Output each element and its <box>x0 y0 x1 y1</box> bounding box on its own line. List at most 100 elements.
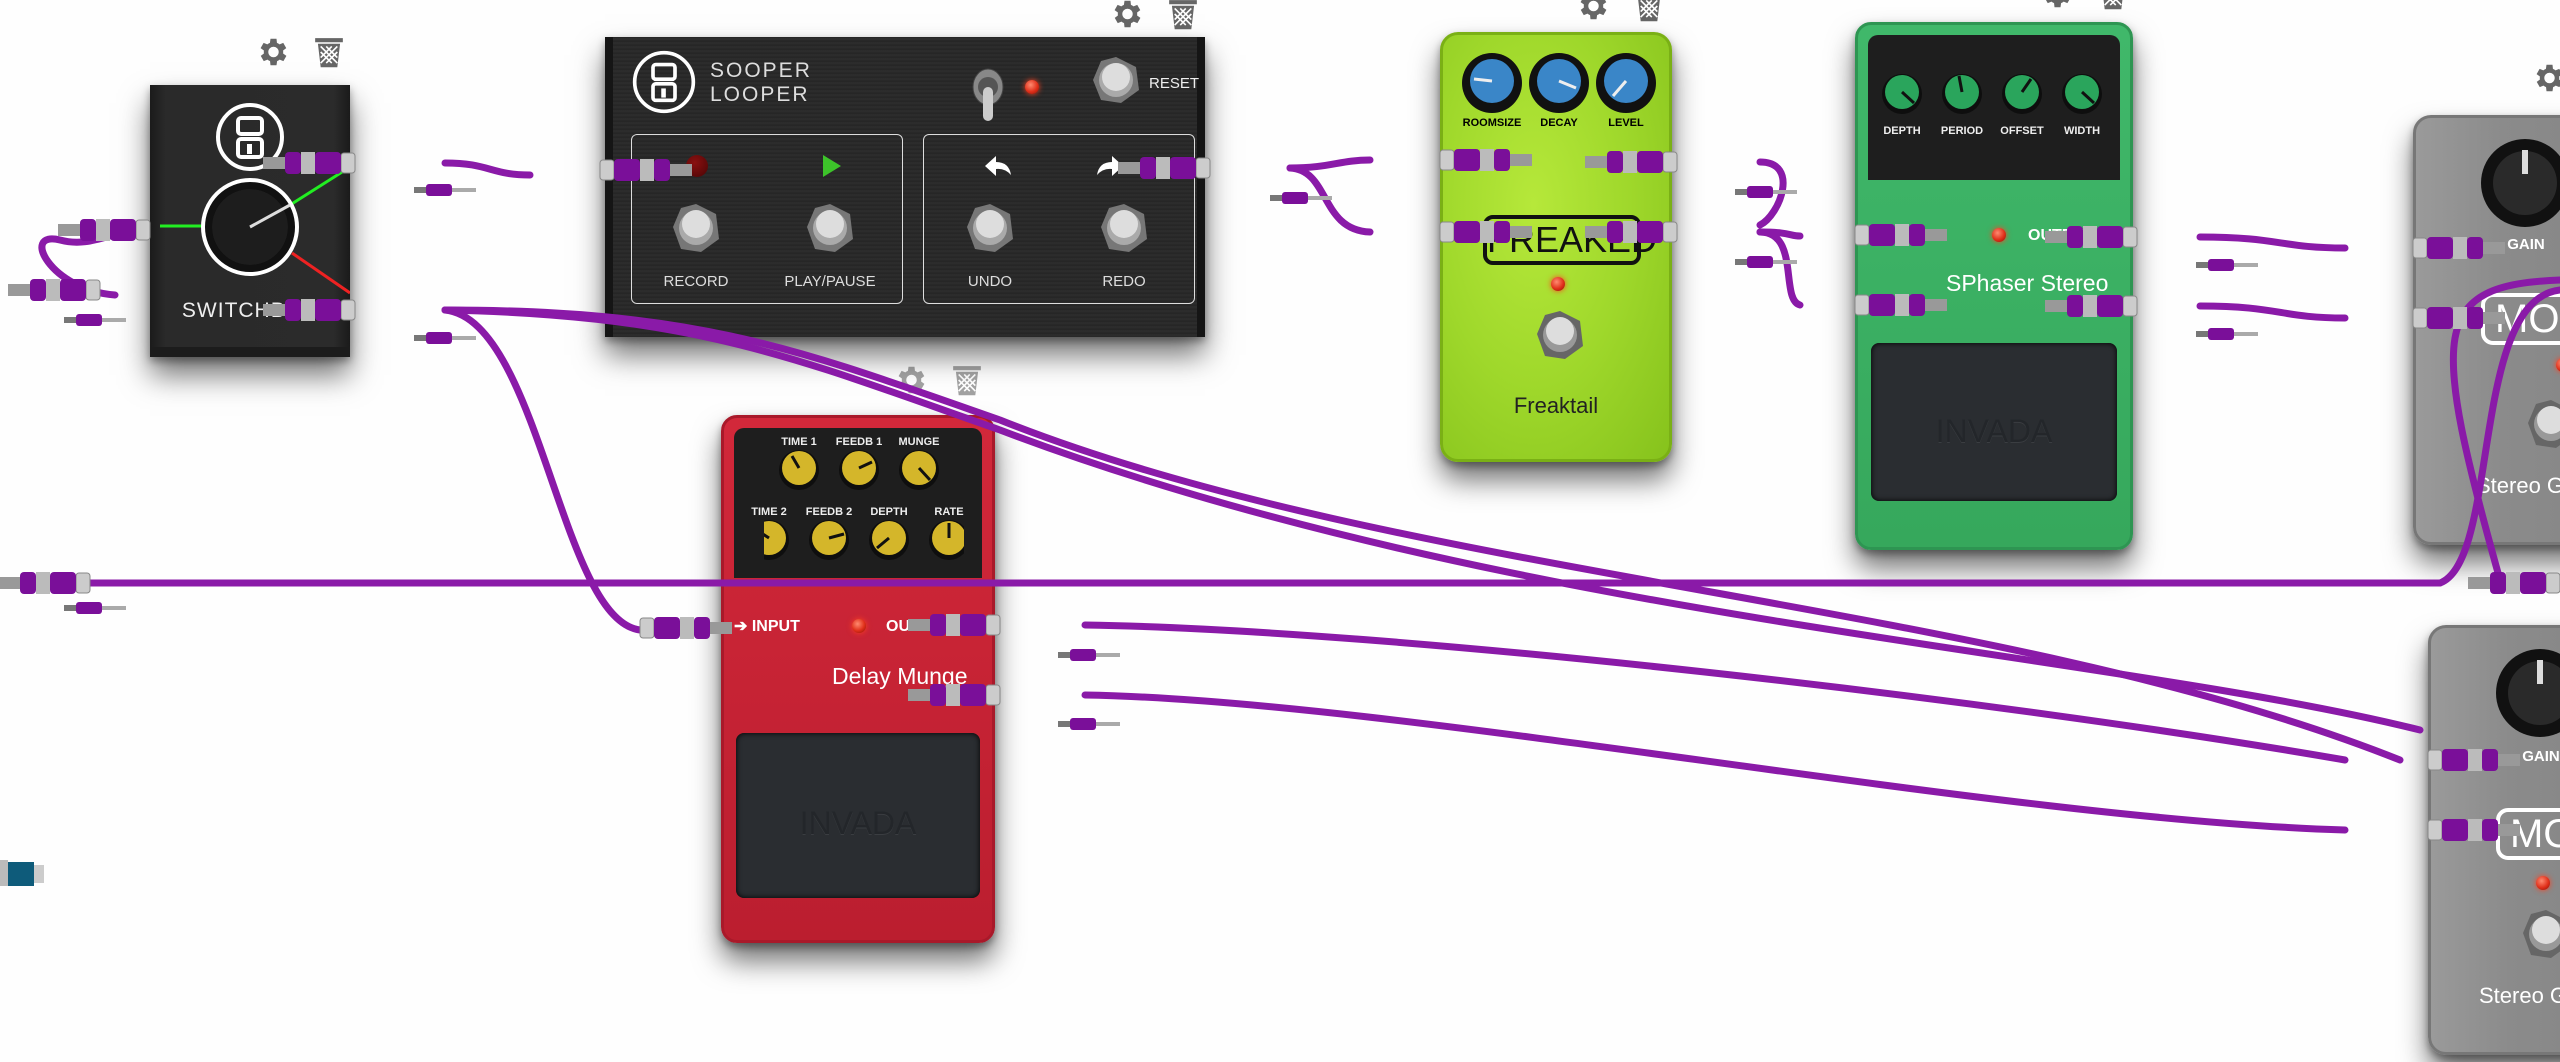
sphaser-stereo-pedal: DEPTH PERIOD OFFSET WIDTH ➔ INPUT OUTPUT… <box>1855 22 2133 550</box>
cable[interactable] <box>1286 156 1374 172</box>
sooper-looper-pedal: SOOPER LOOPER RESET RECORD PLAY/PAUSE UN… <box>605 37 1205 337</box>
record-led-icon <box>686 155 708 177</box>
cable[interactable] <box>1081 621 2349 764</box>
play-pause-footswitch[interactable] <box>805 202 855 254</box>
freaktail-toolbar <box>1574 0 1666 24</box>
status-led <box>2556 358 2560 372</box>
undo-arrow-icon <box>985 156 1011 176</box>
selector-knob[interactable] <box>150 155 350 305</box>
redo-footswitch[interactable] <box>1099 202 1149 254</box>
rate-knob <box>929 520 964 560</box>
arrow-right-icon: ➔ <box>1868 227 1886 244</box>
period-label: PERIOD <box>1940 125 1984 137</box>
delay-munge-pedal: TIME 1 FEEDB 1 MUNGE TIME 2 FEEDB 2 DEPT… <box>721 415 995 943</box>
brand-line-1: SOOPER <box>710 59 812 82</box>
undo-footswitch[interactable] <box>965 202 1015 254</box>
gear-icon[interactable] <box>892 362 928 398</box>
trash-icon[interactable] <box>2096 0 2130 12</box>
offset-knob <box>2002 74 2042 114</box>
gain-top-loop-jack[interactable] <box>2467 571 2560 595</box>
cable[interactable] <box>1756 228 1804 240</box>
undo-redo-group <box>923 134 1195 304</box>
spare-plug[interactable] <box>414 332 476 344</box>
gear-icon[interactable] <box>2038 0 2074 12</box>
spare-plug[interactable] <box>64 314 126 326</box>
switchbox-input-jack[interactable] <box>57 218 151 242</box>
sphaser-toolbar <box>2038 0 2130 12</box>
trash-icon[interactable] <box>1632 0 1666 24</box>
freaktail-pedal: ROOMSIZE DECAY LEVEL FREAKED Freaktail <box>1440 32 1672 462</box>
sphaser-knobs <box>1882 74 2102 114</box>
gear-icon[interactable] <box>2530 60 2560 96</box>
cable[interactable] <box>38 226 144 299</box>
cable[interactable] <box>441 159 534 179</box>
cable[interactable] <box>1756 158 1787 229</box>
feedb1-label: FEEDB 1 <box>835 436 883 448</box>
feedb2-label: FEEDB 2 <box>805 506 853 518</box>
spare-plug[interactable] <box>2196 259 2258 271</box>
delay-input-jack[interactable] <box>639 616 733 640</box>
width-label: WIDTH <box>2063 125 2101 137</box>
spare-plug[interactable] <box>414 184 476 196</box>
trash-icon[interactable] <box>950 362 984 398</box>
output-text: OUTPUT <box>2028 227 2094 244</box>
input-jack[interactable] <box>7 278 101 302</box>
switchbox-pedal[interactable]: SWITCHBOX <box>150 85 350 357</box>
trash-icon[interactable] <box>312 34 346 70</box>
decay-knob <box>1529 53 1589 113</box>
bypass-footswitch[interactable] <box>2521 908 2560 960</box>
toggle-switch[interactable] <box>968 67 1008 127</box>
feedb1-knob <box>839 450 879 490</box>
spare-plug[interactable] <box>1735 186 1797 198</box>
cable[interactable] <box>1286 164 1374 236</box>
brand-line-2: LOOPER <box>710 83 810 106</box>
undo-label: UNDO <box>967 273 1013 290</box>
bypass-footpad[interactable]: INVADA <box>1871 343 2117 501</box>
gain-knob[interactable] <box>2495 648 2560 738</box>
level-knob <box>1596 53 1656 113</box>
cable[interactable] <box>2196 233 2349 252</box>
record-footswitch[interactable] <box>671 202 721 254</box>
spare-plug[interactable] <box>2196 328 2258 340</box>
output-label: OUTPUT ➔ <box>886 616 970 636</box>
spare-plug[interactable] <box>1058 718 1120 730</box>
gear-icon[interactable] <box>1108 0 1144 32</box>
input-text: INPUT <box>751 618 800 635</box>
redo-label: REDO <box>1102 273 1146 290</box>
stereo-gain-pedal-top: GAIN MOD Stereo Ga <box>2413 115 2560 545</box>
gain-label: GAIN <box>2507 236 2545 253</box>
reset-label: RESET <box>1149 75 1200 92</box>
gear-icon[interactable] <box>254 34 290 70</box>
input-jack-2[interactable] <box>0 571 91 595</box>
midi-output-jack[interactable] <box>0 860 44 886</box>
invada-brand: INVADA <box>799 805 917 841</box>
gear-icon[interactable] <box>1574 0 1610 24</box>
bypass-footswitch[interactable] <box>1535 309 1585 361</box>
time2-knob <box>764 520 789 560</box>
spare-plug[interactable] <box>1735 256 1797 268</box>
cable[interactable] <box>1081 691 2349 834</box>
bypass-footpad[interactable]: INVADA <box>736 733 980 898</box>
status-led <box>1992 228 2006 242</box>
gain-knob[interactable] <box>2480 138 2560 228</box>
jacks[interactable] <box>0 148 2560 842</box>
trash-icon[interactable] <box>1166 0 1200 32</box>
bypass-footswitch[interactable] <box>2526 398 2560 450</box>
spare-plug[interactable] <box>64 602 126 614</box>
cable[interactable] <box>441 306 644 634</box>
depth-label: DEPTH <box>870 506 908 518</box>
play-icon <box>823 155 841 177</box>
switchbox-toolbar <box>254 34 346 70</box>
spare-plug[interactable] <box>1058 649 1120 661</box>
input-label: ➔ INPUT <box>734 616 800 636</box>
cable[interactable] <box>2196 302 2349 322</box>
looper-toolbar <box>1108 0 1200 32</box>
mod-name-plate: MOD <box>2481 293 2560 345</box>
gain-label: GAIN <box>2522 748 2560 765</box>
status-led <box>852 619 866 633</box>
play-pause-label: PLAY/PAUSE <box>784 273 876 290</box>
reset-footswitch[interactable] <box>1091 55 1141 105</box>
spare-plug[interactable] <box>1270 192 1332 204</box>
input-text: INPUT <box>1885 227 1934 244</box>
cable[interactable] <box>1756 228 1804 309</box>
